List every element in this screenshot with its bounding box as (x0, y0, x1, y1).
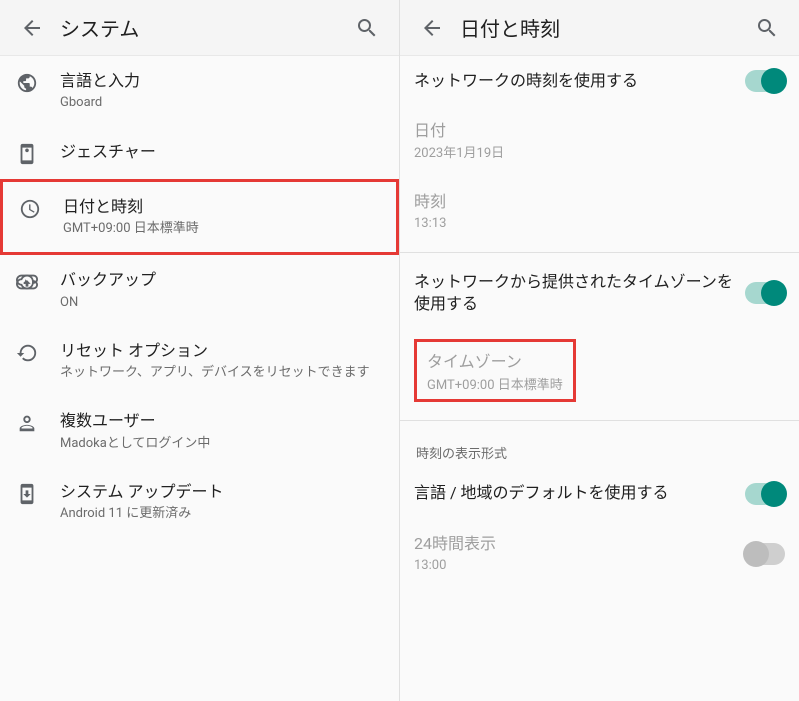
date-label: 日付 (414, 120, 777, 142)
back-button[interactable] (412, 8, 452, 48)
update-icon (16, 481, 60, 505)
use-network-time-toggle[interactable] (745, 70, 785, 92)
system-header: システム (0, 0, 399, 56)
divider (400, 252, 799, 253)
date-value: 2023年1月19日 (414, 145, 777, 163)
item-label: バックアップ (60, 269, 383, 291)
system-item-gesture[interactable]: ジェスチャー (0, 127, 399, 179)
restore-icon (16, 340, 60, 364)
item-label: 言語と入力 (60, 70, 383, 92)
search-icon (355, 16, 379, 40)
item-sub: ネットワーク、アプリ、デバイスをリセットできます (60, 364, 383, 382)
system-item-cloud[interactable]: バックアップ ON (0, 255, 399, 326)
use-network-timezone-label: ネットワークから提供されたタイムゾーンを使用する (414, 271, 737, 316)
search-button[interactable] (747, 8, 787, 48)
item-sub: ON (60, 294, 383, 312)
use-locale-default-toggle[interactable] (745, 483, 785, 505)
system-panel: システム 言語と入力 Gboard ジェスチャー日付と時刻 GMT+09:00 日本標… (0, 0, 400, 701)
cloud-icon (16, 269, 60, 293)
item-label: 複数ユーザー (60, 410, 383, 432)
item-label: システム アップデート (60, 481, 383, 503)
user-icon (16, 410, 60, 434)
date-item: 日付 2023年1月19日 (400, 106, 799, 177)
use-24h-toggle (745, 543, 785, 565)
search-button[interactable] (347, 8, 387, 48)
system-list: 言語と入力 Gboard ジェスチャー日付と時刻 GMT+09:00 日本標準時バック… (0, 56, 399, 701)
use-locale-default-label: 言語 / 地域のデフォルトを使用する (414, 482, 737, 504)
item-sub: GMT+09:00 日本標準時 (63, 220, 380, 238)
datetime-list: ネットワークの時刻を使用する 日付 2023年1月19日 時刻 13:13 ネッ… (400, 56, 799, 701)
system-item-globe[interactable]: 言語と入力 Gboard (0, 56, 399, 127)
divider (400, 420, 799, 421)
time-item: 時刻 13:13 (400, 177, 799, 248)
time-label: 時刻 (414, 191, 777, 213)
datetime-header: 日付と時刻 (400, 0, 799, 56)
datetime-panel: 日付と時刻 ネットワークの時刻を使用する 日付 2023年1月19日 時刻 13… (400, 0, 799, 701)
use-network-timezone-item[interactable]: ネットワークから提供されたタイムゾーンを使用する (400, 257, 799, 330)
item-sub: Madokaとしてログイン中 (60, 435, 383, 453)
item-sub: Gboard (60, 94, 383, 112)
globe-icon (16, 70, 60, 94)
back-button[interactable] (12, 8, 52, 48)
gesture-icon (16, 141, 60, 165)
use-network-time-item[interactable]: ネットワークの時刻を使用する (400, 56, 799, 106)
system-item-user[interactable]: 複数ユーザー Madokaとしてログイン中 (0, 396, 399, 467)
timezone-item: タイムゾーン GMT+09:00 日本標準時 (400, 329, 799, 416)
item-label: ジェスチャー (60, 141, 383, 163)
use-24h-label: 24時間表示 (414, 533, 737, 555)
timezone-label: タイムゾーン (427, 348, 563, 372)
item-label: 日付と時刻 (63, 196, 380, 218)
item-sub: Android 11 に更新済み (60, 505, 383, 523)
clock-icon (19, 196, 63, 220)
system-item-clock[interactable]: 日付と時刻 GMT+09:00 日本標準時 (0, 179, 399, 256)
use-network-timezone-toggle[interactable] (745, 282, 785, 304)
datetime-title: 日付と時刻 (460, 13, 747, 42)
search-icon (755, 16, 779, 40)
item-label: リセット オプション (60, 340, 383, 362)
timezone-value: GMT+09:00 日本標準時 (427, 374, 563, 393)
use-network-time-label: ネットワークの時刻を使用する (414, 70, 737, 92)
use-24h-value: 13:00 (414, 557, 737, 575)
use-locale-default-item[interactable]: 言語 / 地域のデフォルトを使用する (400, 468, 799, 518)
system-item-restore[interactable]: リセット オプションネットワーク、アプリ、デバイスをリセットできます (0, 326, 399, 397)
time-format-header: 時刻の表示形式 (400, 425, 799, 468)
system-title: システム (60, 13, 347, 42)
arrow-back-icon (20, 16, 44, 40)
time-value: 13:13 (414, 215, 777, 233)
system-item-update[interactable]: システム アップデート Android 11 に更新済み (0, 467, 399, 538)
use-24h-item: 24時間表示 13:00 (400, 519, 799, 590)
arrow-back-icon (420, 16, 444, 40)
